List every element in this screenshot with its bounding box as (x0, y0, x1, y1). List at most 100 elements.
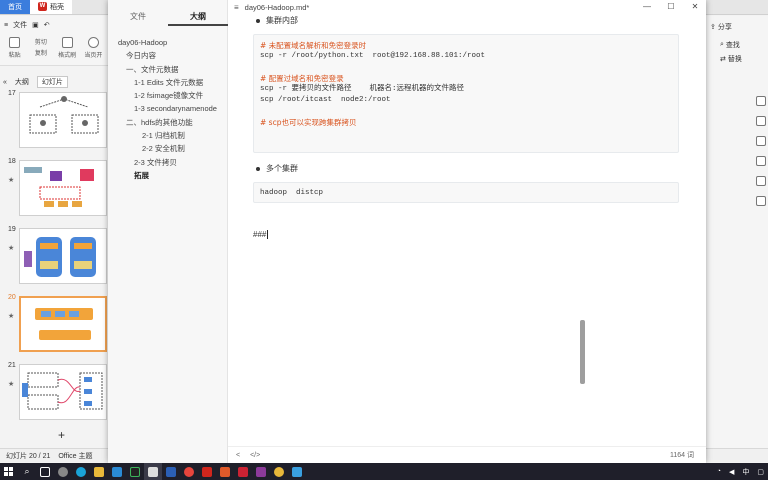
minimize-button[interactable]: — (640, 1, 654, 13)
network-icon[interactable]: ◔ (717, 468, 721, 475)
backup-icon[interactable] (756, 176, 766, 186)
outline-item[interactable]: 今日内容 (108, 49, 228, 62)
help-icon[interactable] (756, 196, 766, 206)
word-shape (166, 466, 176, 477)
search-icon[interactable]: ⌕ (18, 463, 36, 480)
scroll-thumb[interactable] (580, 320, 585, 384)
slide-thumbnail-19[interactable]: 19 ★ (0, 226, 108, 288)
outline-item[interactable]: 1-2 fsimage镜像文件 (108, 89, 228, 102)
list-item[interactable]: 集群内部 (256, 15, 298, 26)
outline-item[interactable]: 2-3 文件拷贝 (108, 156, 228, 169)
cut-copy-button[interactable]: 剪切 复制 (29, 37, 52, 62)
wps-right-panel: ⇪ 分享 ⌕ 查找 ⇄ 替换 (706, 16, 768, 448)
chrome-shape (184, 466, 194, 477)
vscode-icon[interactable] (108, 463, 126, 480)
code-comment: # 配置过域名和免密登录 (260, 74, 344, 83)
maximize-button[interactable]: ☐ (664, 1, 678, 13)
notification-icon[interactable]: ▢ (757, 468, 764, 476)
cut-label: 剪切 (34, 40, 47, 46)
wps-icon[interactable] (216, 463, 234, 480)
tab-files[interactable]: 文件 (108, 8, 168, 26)
back-button[interactable]: < (236, 452, 240, 459)
save-icon[interactable]: ▣ (32, 21, 39, 29)
share-button[interactable]: ⇪ 分享 (710, 22, 732, 32)
outline-item[interactable]: 1-3 secondarynamenode (108, 102, 228, 115)
chrome-icon[interactable] (180, 463, 198, 480)
typora-icon[interactable] (144, 463, 162, 480)
wps-tab-daoke[interactable]: W 稻壳 (30, 0, 72, 14)
paste-button[interactable]: 粘贴 (3, 37, 26, 62)
app3-icon[interactable] (252, 463, 270, 480)
close-button[interactable]: ✕ (688, 1, 702, 13)
windows-icon[interactable] (0, 463, 18, 480)
source-mode-button[interactable]: </> (250, 452, 260, 459)
outline-list: day06-Hadoop 今日内容 一、文件元数据 1-1 Edits 文件元数… (108, 36, 228, 182)
app5-icon[interactable] (288, 463, 306, 480)
slide-count: 幻灯片 20 / 21 (6, 452, 51, 460)
editor-area[interactable]: 集群内部 # 未配置域名解析和免密登录时 scp -r /root/python… (228, 14, 698, 446)
editor-scrollbar[interactable] (580, 14, 586, 446)
typora-shape (148, 466, 158, 477)
collapse-icon[interactable]: « (3, 79, 7, 86)
transition-icon[interactable] (756, 156, 766, 166)
typora-sidebar: 文件 大纲 day06-Hadoop 今日内容 一、文件元数据 1-1 Edit… (108, 0, 228, 463)
undo-icon[interactable]: ↶ (44, 21, 50, 29)
animation-icon[interactable] (756, 136, 766, 146)
slide-number: 21 (8, 362, 16, 369)
pycharm-icon[interactable] (126, 463, 144, 480)
wps-toolbar: 粘贴 剪切 复制 格式刷 当页开 (0, 34, 108, 66)
slide-animation-star: ★ (8, 177, 15, 184)
outline-item[interactable]: 1-1 Edits 文件元数据 (108, 76, 228, 89)
replace-button[interactable]: ⇄ 替换 (720, 54, 742, 64)
tab-outline[interactable]: 大纲 (168, 8, 228, 26)
explorer-shape (94, 466, 104, 477)
app4-icon[interactable] (270, 463, 288, 480)
list-item[interactable]: 多个集群 (256, 163, 298, 174)
document-title: day06-Hadoop.md* (244, 2, 310, 12)
slide-thumbnail-17[interactable]: 17 (0, 90, 108, 152)
format-painter-label: 格式刷 (58, 53, 77, 59)
find-button[interactable]: ⌕ 查找 (720, 40, 740, 50)
slide-thumbnail-18[interactable]: 18 ★ (0, 158, 108, 220)
slide-thumbnail-21[interactable]: 21 ★ (0, 362, 108, 424)
edge-shape (76, 466, 86, 477)
outline-item-active[interactable]: 拓展 (108, 169, 228, 182)
outline-item[interactable]: 2-1 归档机制 (108, 129, 228, 142)
wps-tab-home[interactable]: 首页 (0, 0, 30, 14)
word-count[interactable]: 1164 词 (670, 450, 694, 460)
tab-slides[interactable]: 幻灯片 (36, 76, 68, 88)
wps-tab-daoke-label: 稻壳 (50, 3, 64, 11)
app2-icon[interactable] (234, 463, 252, 480)
bullet-dot (256, 166, 260, 171)
outline-item[interactable]: 一、文件元数据 (108, 63, 228, 76)
wps-writer-icon[interactable] (198, 463, 216, 480)
word-icon[interactable] (162, 463, 180, 480)
outline-item[interactable]: 二、hdfs的其他功能 (108, 116, 228, 129)
app4-shape (274, 466, 284, 477)
edge-icon[interactable] (72, 463, 90, 480)
input-method-icon[interactable]: 中 (742, 467, 749, 477)
wps-menu-file[interactable]: 文件 (13, 20, 27, 30)
menu-icon[interactable]: ≡ (234, 3, 239, 12)
tab-outline[interactable]: 大纲 (11, 77, 33, 87)
list-item-text: 多个集群 (266, 164, 298, 173)
explorer-icon[interactable] (90, 463, 108, 480)
design-icon[interactable] (756, 116, 766, 126)
typora-window: 文件 大纲 day06-Hadoop 今日内容 一、文件元数据 1-1 Edit… (108, 0, 706, 463)
add-slide-button[interactable]: + (58, 428, 65, 442)
slide-thumbnail-20[interactable]: 20 ★ (0, 294, 108, 356)
volume-icon[interactable]: ◀ (729, 468, 734, 476)
app2-shape (238, 466, 248, 477)
heading-input-line[interactable]: ###​ (253, 230, 269, 239)
hamburger-icon[interactable]: ≡ (4, 22, 8, 29)
outline-item[interactable]: 2-2 安全机制 (108, 142, 228, 155)
play-from-current-button[interactable]: 当页开 (82, 37, 105, 62)
find-label: 查找 (725, 42, 740, 49)
app-icon[interactable] (54, 463, 72, 480)
task-view-icon[interactable] (36, 463, 54, 480)
code-block[interactable]: # 未配置域名解析和免密登录时 scp -r /root/python.txt … (253, 34, 679, 153)
outline-item[interactable]: day06-Hadoop (108, 36, 228, 49)
properties-icon[interactable] (756, 96, 766, 106)
code-block[interactable]: hadoop distcp (253, 182, 679, 203)
format-painter-button[interactable]: 格式刷 (56, 37, 79, 62)
